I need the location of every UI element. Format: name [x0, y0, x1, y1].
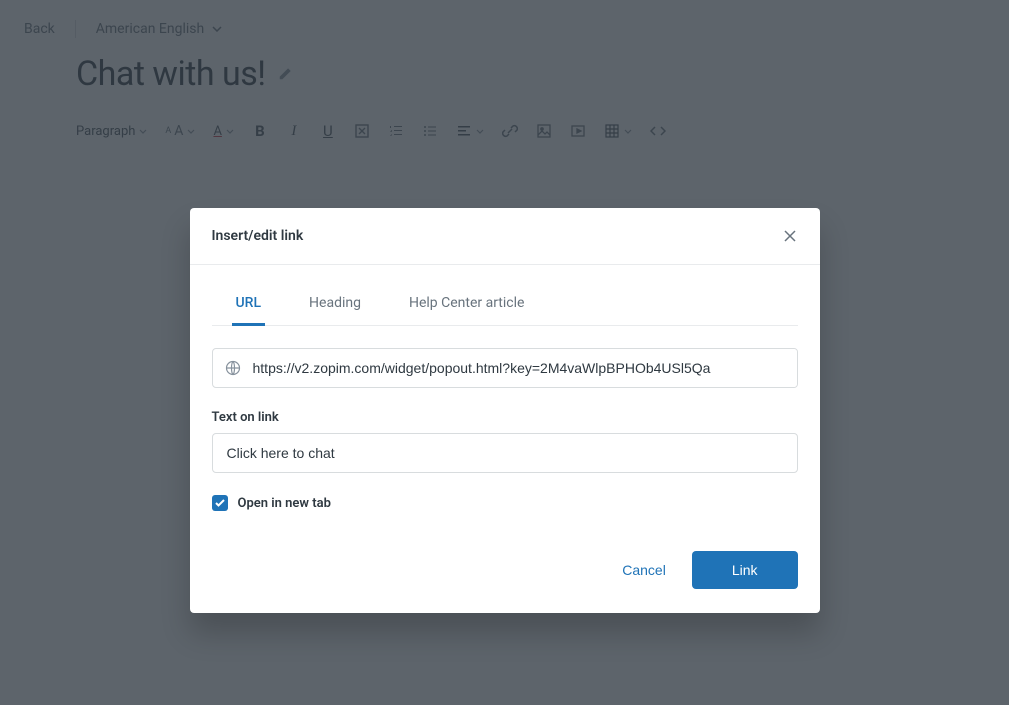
- cancel-button[interactable]: Cancel: [616, 552, 672, 588]
- tab-url[interactable]: URL: [232, 283, 266, 326]
- text-on-link-input[interactable]: [212, 433, 798, 473]
- url-input-wrap: [212, 348, 798, 388]
- tab-article[interactable]: Help Center article: [405, 283, 528, 326]
- link-button[interactable]: Link: [692, 551, 798, 589]
- text-on-link-label: Text on link: [212, 410, 798, 425]
- tab-heading[interactable]: Heading: [305, 283, 365, 326]
- modal-overlay: Insert/edit link URL Heading Help Center…: [0, 0, 1009, 705]
- open-new-tab-label: Open in new tab: [238, 496, 331, 511]
- modal-tabs: URL Heading Help Center article: [212, 283, 798, 326]
- globe-icon: [213, 360, 253, 376]
- modal-title: Insert/edit link: [212, 228, 304, 244]
- open-new-tab-checkbox[interactable]: [212, 495, 228, 511]
- close-icon[interactable]: [782, 228, 798, 244]
- url-input[interactable]: [253, 349, 797, 387]
- link-modal: Insert/edit link URL Heading Help Center…: [190, 208, 820, 613]
